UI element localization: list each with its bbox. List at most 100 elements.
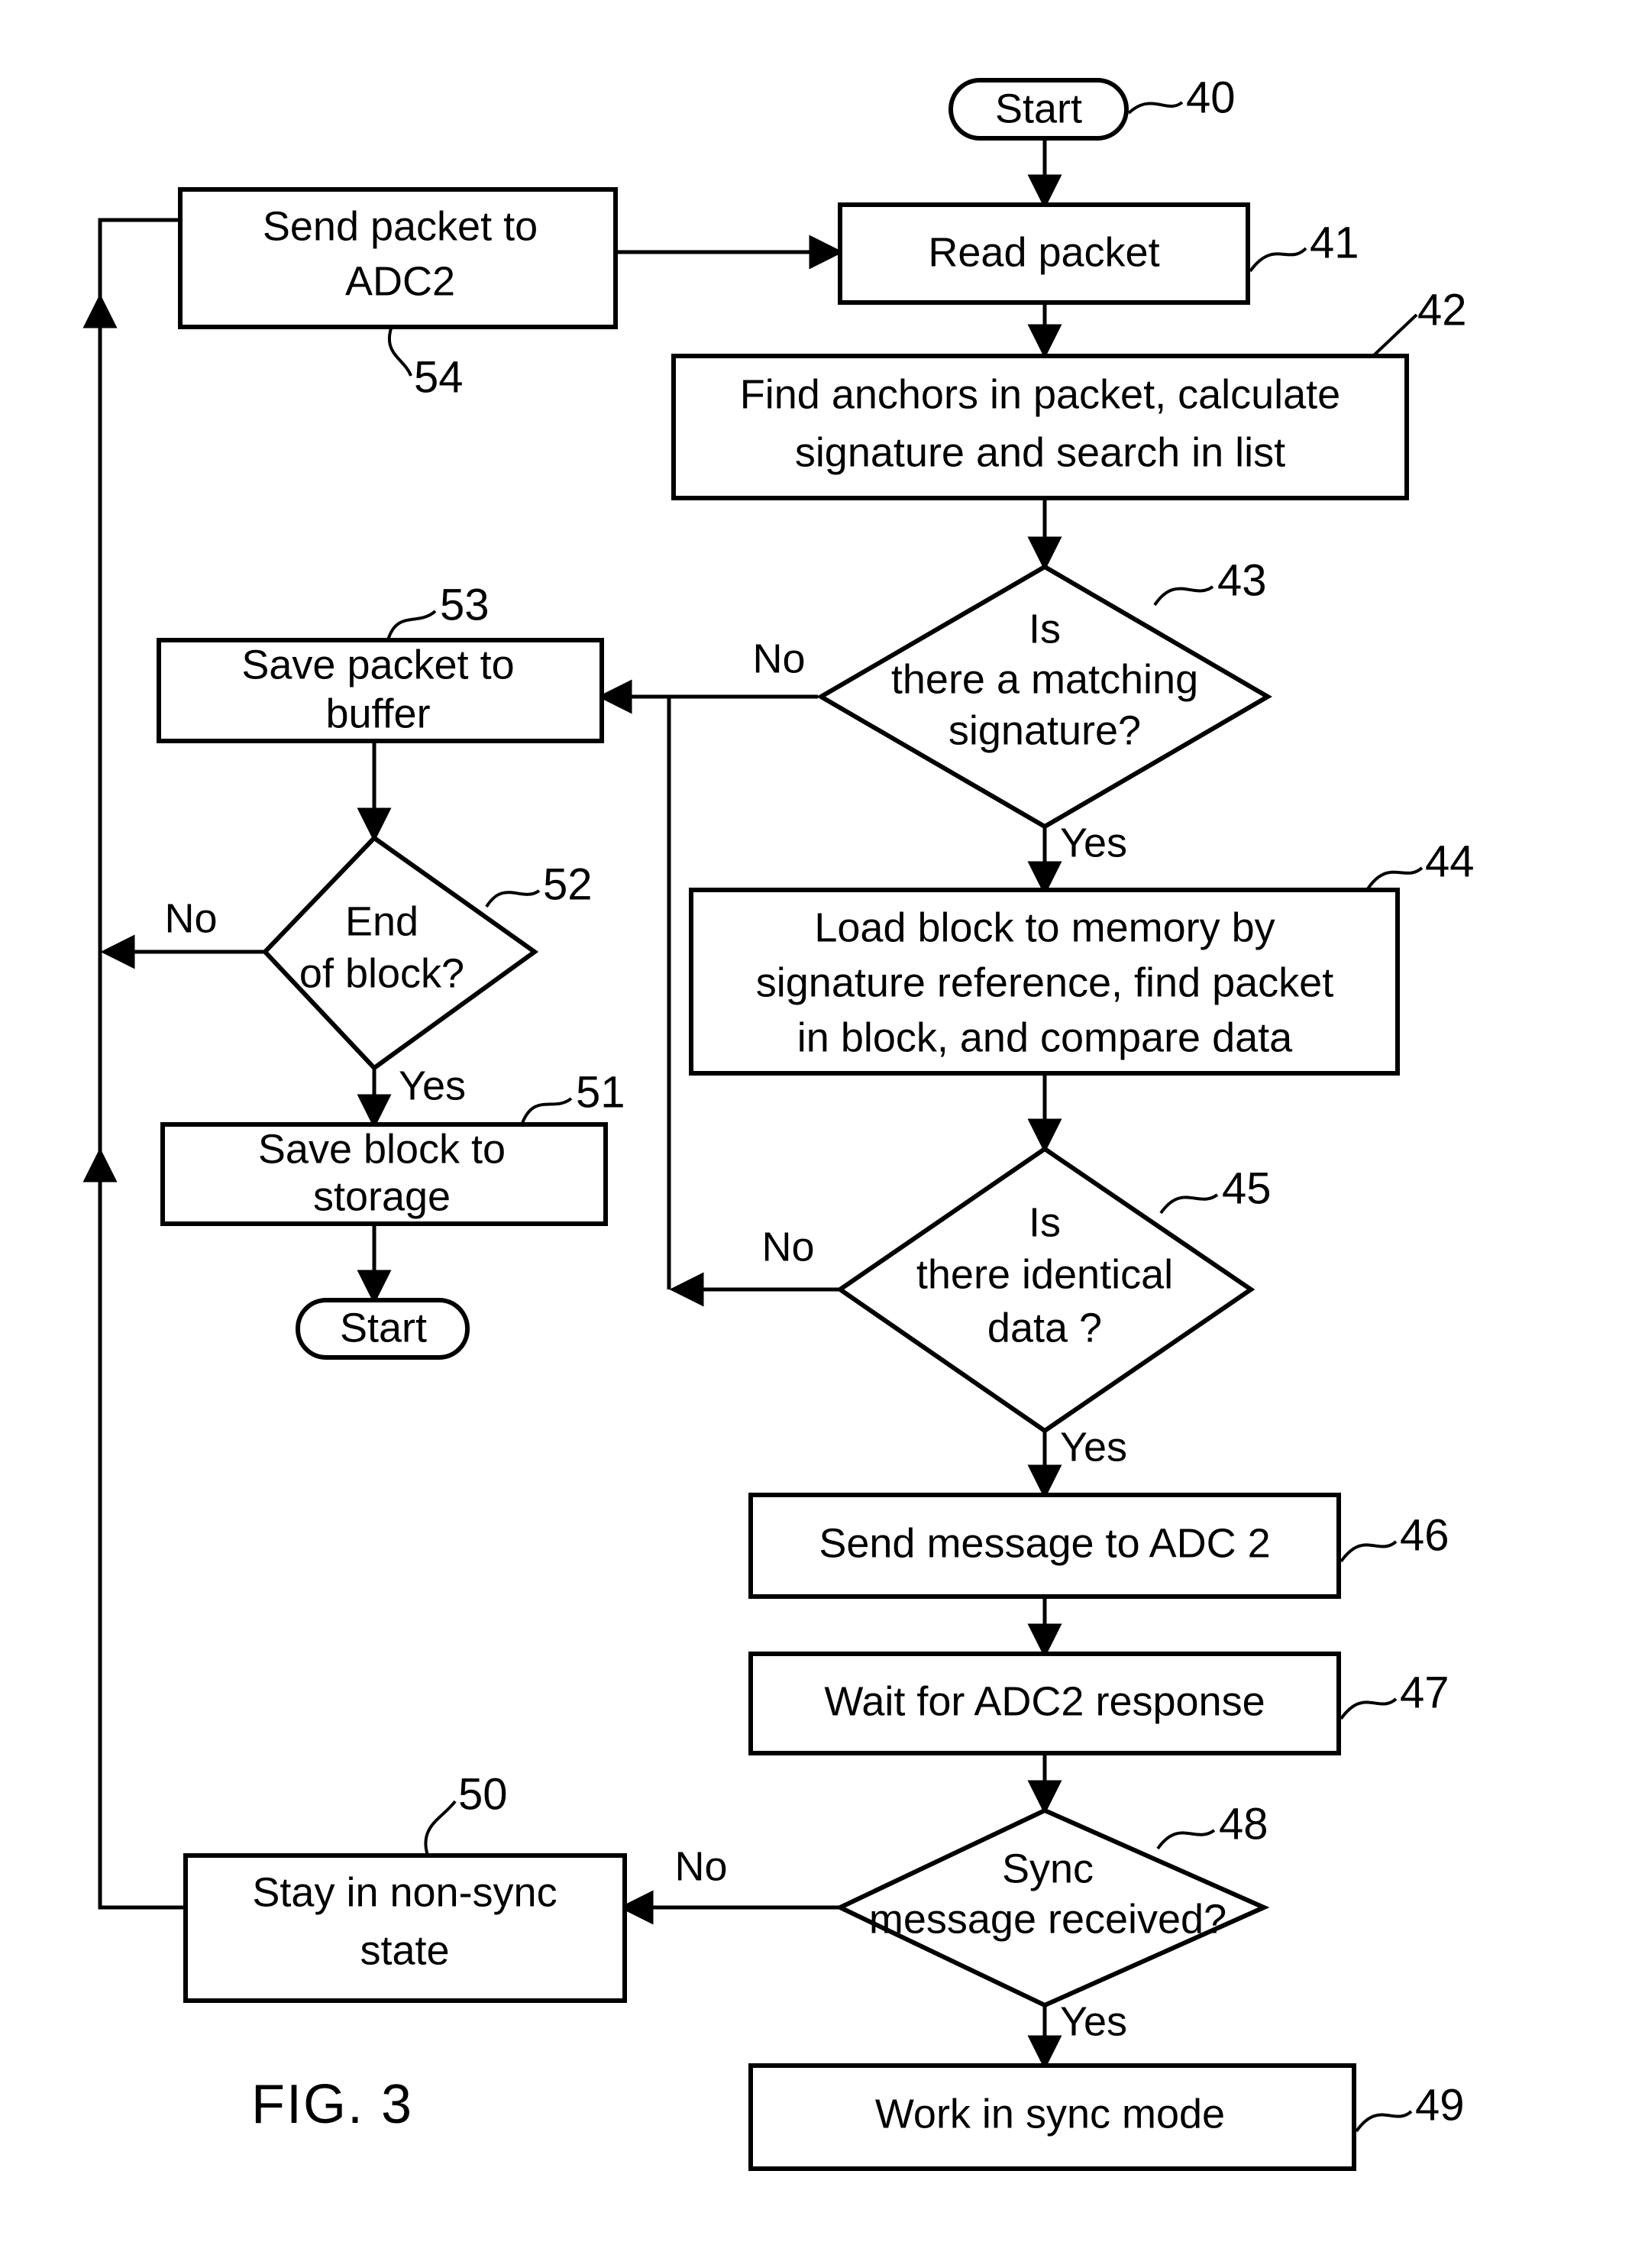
leader-line-51 <box>521 1097 573 1124</box>
send-message-label: Send message to ADC 2 <box>819 1520 1270 1566</box>
ref-number-42: 42 <box>1417 285 1467 335</box>
ref-number-48: 48 <box>1219 1799 1268 1849</box>
leader-line-40 <box>1127 101 1184 115</box>
leader-line-42 <box>1372 313 1418 358</box>
start-top-label: Start <box>995 86 1082 131</box>
edge-label-matching-no: No <box>752 636 805 681</box>
node-load-block[interactable]: Load block to memory by signature refere… <box>689 888 1400 1076</box>
ref-number-49: 49 <box>1415 2080 1465 2130</box>
ref-number-52: 52 <box>543 859 593 909</box>
node-save-packet[interactable]: Save packet to buffer <box>157 638 604 743</box>
matching-signature-label-line1: Is <box>1029 606 1061 652</box>
stay-nonsync-label-line2: state <box>360 1927 449 1973</box>
read-packet-label: Read packet <box>928 229 1159 275</box>
ref-callout-42: 42 <box>1372 285 1467 358</box>
ref-number-41: 41 <box>1310 218 1359 267</box>
work-sync-label: Work in sync mode <box>875 2091 1225 2137</box>
edge-label-identical-no: No <box>761 1224 814 1270</box>
node-read-packet[interactable]: Read packet <box>838 202 1250 305</box>
ref-number-46: 46 <box>1400 1510 1449 1560</box>
ref-number-40: 40 <box>1186 73 1236 122</box>
save-block-label-line1: Save block to <box>258 1126 506 1172</box>
leader-line-41 <box>1249 247 1307 273</box>
node-end-of-block[interactable]: End of block? <box>261 835 539 1071</box>
ref-callout-54: 54 <box>388 328 464 402</box>
node-wait-response[interactable]: Wait for ADC2 response <box>748 1652 1341 1755</box>
leader-line-47 <box>1340 1697 1398 1720</box>
find-anchors-label-line2: signature and search in list <box>795 429 1285 475</box>
load-block-label-line1: Load block to memory by <box>814 904 1275 950</box>
ref-number-53: 53 <box>440 580 490 629</box>
edge-label-sync-no: No <box>674 1843 727 1889</box>
leader-line-46 <box>1340 1540 1398 1563</box>
edge-label-endblock-yes: Yes <box>399 1063 466 1108</box>
sync-received-label-line2: message received? <box>869 1896 1226 1942</box>
send-packet-label-line1: Send packet to <box>263 203 538 249</box>
leader-line-50 <box>424 1800 457 1856</box>
edge-label-endblock-no: No <box>164 895 217 941</box>
figure-canvas: Start 40 Read packet 41 Find anchors in … <box>0 0 1632 2268</box>
node-send-message[interactable]: Send message to ADC 2 <box>748 1493 1341 1599</box>
ref-number-54: 54 <box>414 352 464 402</box>
ref-number-43: 43 <box>1217 555 1267 605</box>
node-sync-received[interactable]: Sync message received? <box>835 1807 1270 2008</box>
node-work-sync[interactable]: Work in sync mode <box>748 2063 1356 2171</box>
save-packet-label-line1: Save packet to <box>241 642 514 688</box>
save-block-label-line2: storage <box>313 1173 451 1219</box>
node-matching-signature[interactable]: Is there a matching signature? <box>816 564 1272 830</box>
edge-label-sync-yes: Yes <box>1060 1998 1127 2044</box>
edge-label-identical-yes: Yes <box>1060 1424 1127 1470</box>
edge-nonsync-feedback <box>98 218 183 1910</box>
ref-callout-48: 48 <box>1156 1799 1268 1850</box>
node-find-anchors[interactable]: Find anchors in packet, calculate signat… <box>671 354 1409 500</box>
ref-callout-41: 41 <box>1249 218 1359 273</box>
ref-callout-43: 43 <box>1153 555 1267 607</box>
ref-number-45: 45 <box>1222 1163 1272 1213</box>
ref-callout-53: 53 <box>386 580 490 641</box>
matching-signature-label-line3: signature? <box>948 707 1141 753</box>
ref-number-44: 44 <box>1425 836 1475 886</box>
node-start-bottom[interactable]: Start <box>296 1298 470 1360</box>
identical-data-label-line2: there identical <box>916 1251 1173 1297</box>
matching-signature-label-line2: there a matching <box>891 656 1198 702</box>
end-of-block-label-line2: of block? <box>299 950 464 996</box>
ref-callout-46: 46 <box>1340 1510 1449 1563</box>
ref-callout-45: 45 <box>1159 1163 1272 1215</box>
leader-line-52 <box>485 889 541 908</box>
edge-label-matching-yes: Yes <box>1060 820 1127 865</box>
ref-callout-51: 51 <box>521 1067 625 1124</box>
load-block-label-line3: in block, and compare data <box>797 1014 1293 1060</box>
identical-data-label-line1: Is <box>1029 1199 1061 1245</box>
node-send-packet[interactable]: Send packet to ADC2 <box>178 187 618 329</box>
leader-line-49 <box>1355 2110 1413 2133</box>
wait-response-label: Wait for ADC2 response <box>824 1678 1265 1724</box>
node-identical-data[interactable]: Is there identical data ? <box>835 1146 1256 1434</box>
send-packet-label-line2: ADC2 <box>345 258 455 304</box>
identical-data-label-line3: data ? <box>987 1305 1102 1351</box>
start-bottom-label: Start <box>340 1305 427 1351</box>
ref-callout-44: 44 <box>1365 836 1475 891</box>
node-save-block[interactable]: Save block to storage <box>160 1122 608 1226</box>
leader-line-45 <box>1159 1193 1219 1215</box>
stay-nonsync-label-line1: Stay in non-sync <box>252 1869 557 1915</box>
end-of-block-label-line1: End <box>345 898 419 944</box>
ref-number-50: 50 <box>458 1769 508 1819</box>
leader-line-54 <box>388 328 412 377</box>
leader-line-48 <box>1156 1829 1216 1850</box>
sync-received-label-line1: Sync <box>1002 1846 1094 1891</box>
ref-callout-50: 50 <box>424 1769 508 1856</box>
ref-callout-47: 47 <box>1340 1668 1449 1720</box>
flowchart-diagram: Start 40 Read packet 41 Find anchors in … <box>82 73 1475 2171</box>
figure-caption: FIG. 3 <box>251 2074 413 2135</box>
ref-callout-52: 52 <box>485 859 593 909</box>
node-stay-nonsync[interactable]: Stay in non-sync state <box>183 1853 627 2003</box>
ref-callout-40: 40 <box>1127 73 1236 122</box>
leader-line-53 <box>386 610 437 641</box>
leader-line-43 <box>1153 585 1214 607</box>
node-start-top[interactable]: Start <box>948 78 1129 141</box>
find-anchors-label-line1: Find anchors in packet, calculate <box>740 371 1340 417</box>
ref-number-47: 47 <box>1400 1668 1449 1717</box>
leader-line-44 <box>1365 866 1424 891</box>
save-packet-label-line2: buffer <box>325 691 430 736</box>
load-block-label-line2: signature reference, find packet <box>756 959 1333 1005</box>
